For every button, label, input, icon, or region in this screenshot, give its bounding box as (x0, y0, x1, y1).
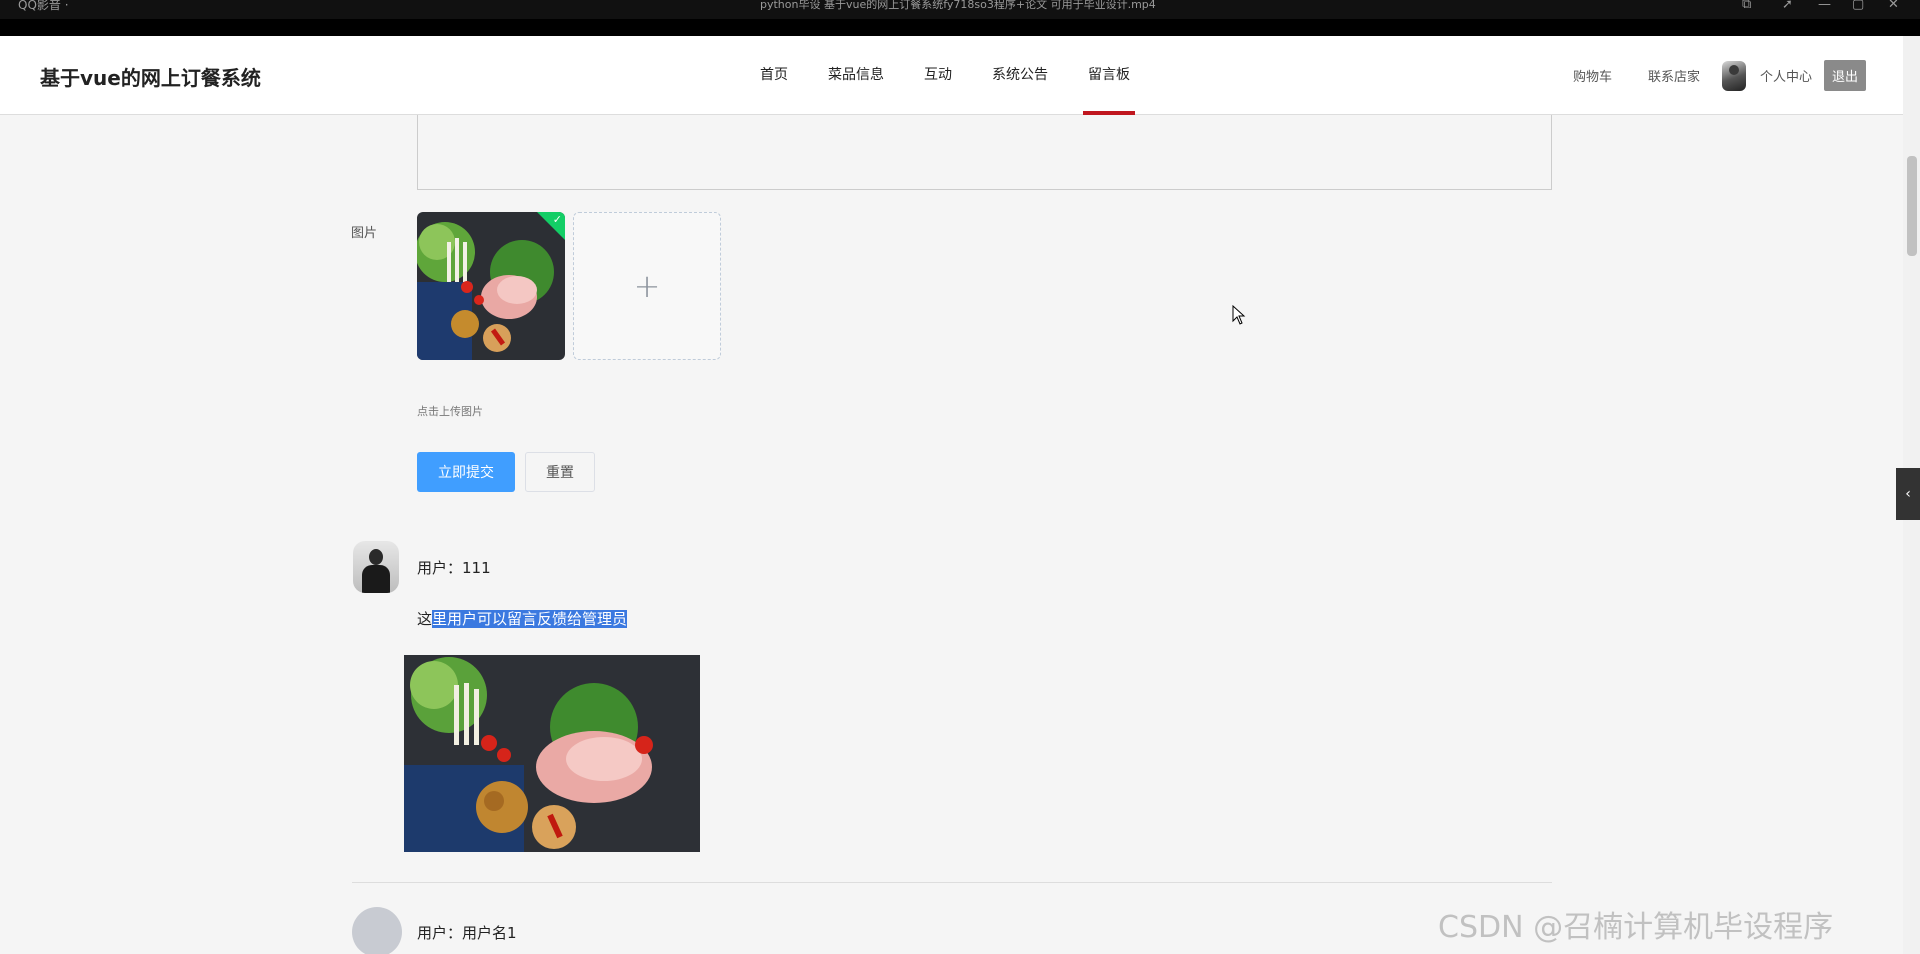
pip-icon[interactable]: ⧉ (1742, 0, 1751, 12)
comment-image[interactable] (404, 655, 700, 852)
player-app-name[interactable]: QQ影音 · (18, 0, 69, 13)
comment-text: 这里用户可以留言反馈给管理员 (417, 608, 628, 629)
comment-username: 用户：111 (417, 559, 491, 577)
site-logo[interactable]: 基于vue的网上订餐系统 (40, 62, 261, 91)
comment-username: 用户：用户名1 (417, 924, 517, 942)
close-icon[interactable]: ✕ (1888, 0, 1899, 12)
mouse-cursor-icon (1232, 305, 1246, 325)
cart-link[interactable]: 购物车 (1573, 66, 1612, 85)
profile-link[interactable]: 个人中心 (1760, 66, 1812, 85)
app-header: 基于vue的网上订餐系统 首页 菜品信息 互动 系统公告 留言板 购物车 联系店… (0, 36, 1920, 115)
submit-button[interactable]: 立即提交 (417, 452, 515, 492)
upload-add-button[interactable]: + (573, 212, 721, 360)
side-collapse-tab[interactable]: ‹ (1896, 468, 1920, 520)
header-right-links: 购物车 联系店家 个人中心 退出 (1537, 36, 1866, 115)
main-nav: 首页 菜品信息 互动 系统公告 留言板 (740, 36, 1150, 115)
csdn-watermark: CSDN @召楠计算机毕设程序 (1438, 910, 1834, 945)
player-title-bar: QQ影音 · python毕设 基于vue的网上订餐系统fy718so3程序+论… (0, 0, 1920, 36)
contact-link[interactable]: 联系店家 (1648, 66, 1700, 85)
minimize-icon[interactable]: — (1818, 0, 1831, 12)
avatar-head-shape (369, 549, 383, 565)
nav-home[interactable]: 首页 (740, 36, 808, 115)
player-window-title: python毕设 基于vue的网上订餐系统fy718so3程序+论文 可用于毕业… (760, 0, 1156, 11)
plus-icon: + (633, 267, 661, 305)
logout-button[interactable]: 退出 (1823, 60, 1866, 91)
comment-avatar-placeholder (352, 907, 402, 954)
comment-divider (352, 882, 1552, 883)
reset-button[interactable]: 重置 (525, 452, 595, 492)
avatar-body-shape (362, 565, 390, 593)
uploaded-image-thumbnail[interactable]: ✓ (417, 212, 565, 360)
nav-message-board[interactable]: 留言板 (1068, 36, 1150, 115)
nav-dishes[interactable]: 菜品信息 (808, 36, 904, 115)
nav-announcements[interactable]: 系统公告 (972, 36, 1068, 115)
comment-avatar (353, 541, 399, 593)
comment-text-prefix: 这 (417, 610, 433, 628)
nav-interaction[interactable]: 互动 (904, 36, 972, 115)
user-avatar[interactable] (1721, 60, 1746, 91)
share-icon[interactable]: ➚ (1782, 0, 1793, 12)
player-strip (0, 19, 1920, 36)
message-textarea[interactable] (417, 115, 1552, 190)
food-photo (404, 655, 700, 852)
upload-hint: 点击上传图片 (417, 405, 483, 418)
image-field-label: 图片 (351, 226, 378, 241)
comment-text-selected: 里用户可以留言反馈给管理员 (432, 610, 628, 628)
check-icon: ✓ (552, 213, 562, 226)
chevron-left-icon: ‹ (1905, 486, 1911, 502)
maximize-icon[interactable]: ▢ (1852, 0, 1864, 12)
scrollbar-thumb[interactable] (1907, 156, 1917, 256)
